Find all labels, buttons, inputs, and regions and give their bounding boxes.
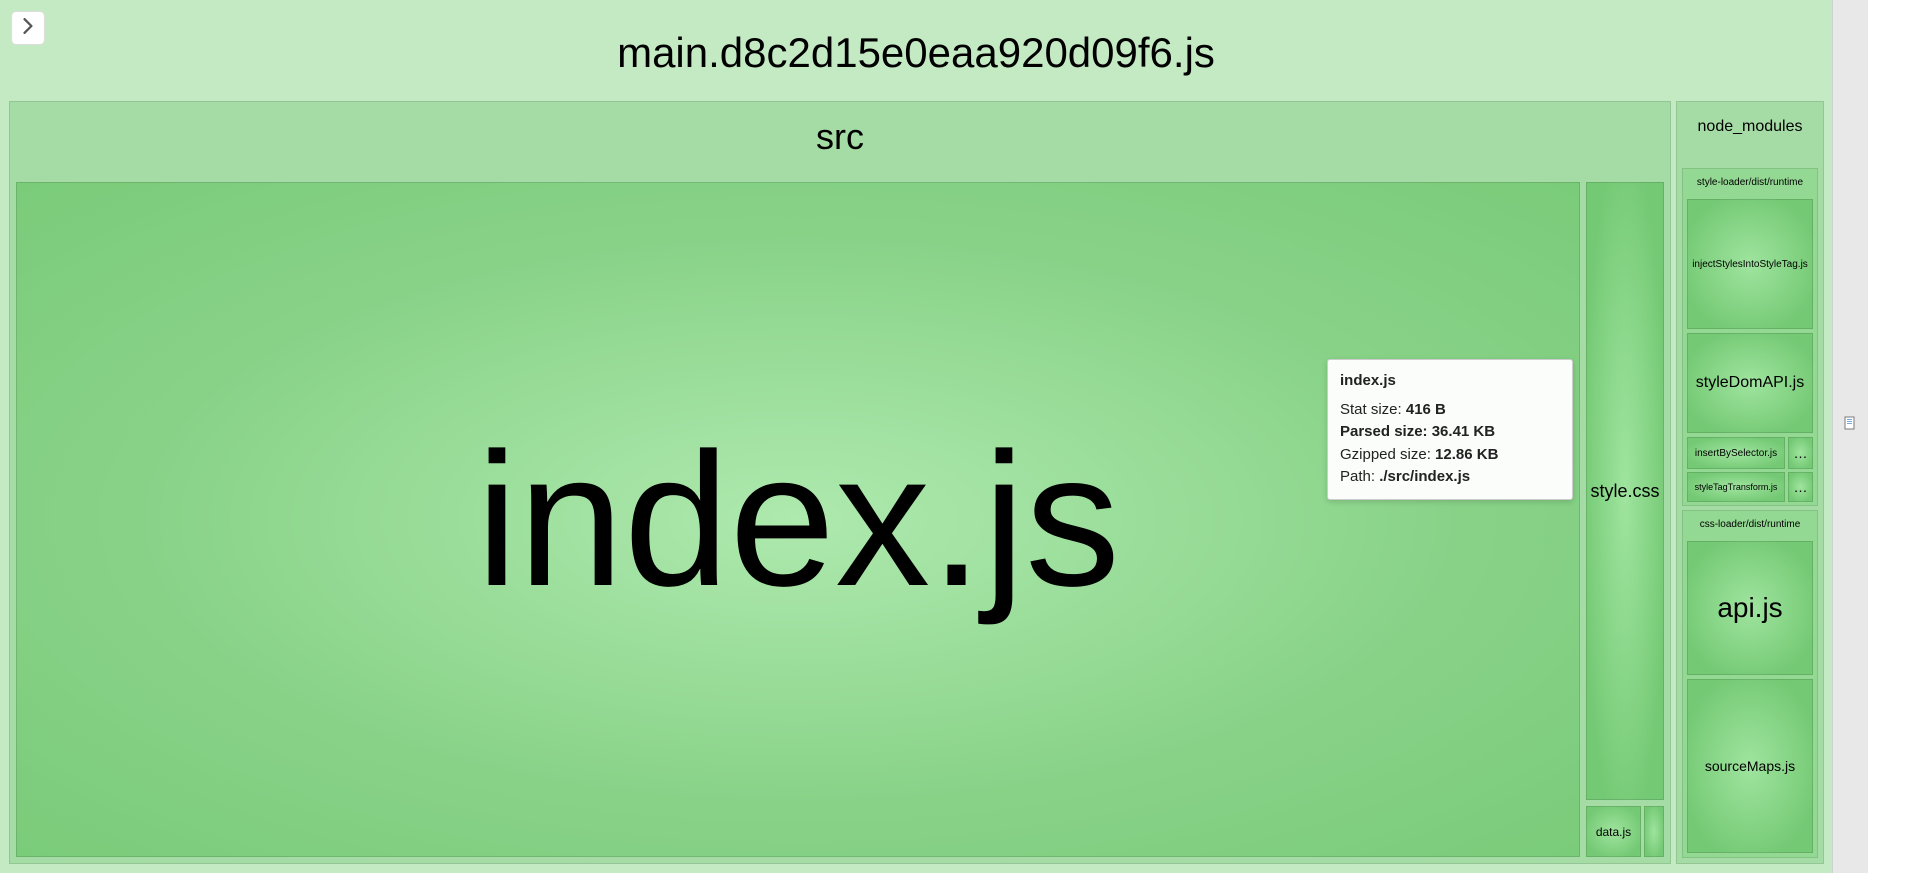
ellipsis-icon: … [1794, 445, 1808, 461]
node-label-style-css: style.css [1590, 481, 1659, 502]
ellipsis-icon: … [1794, 479, 1808, 495]
tooltip-gzip-label: Gzipped size: [1340, 446, 1435, 463]
treemap-viewport: main.d8c2d15e0eaa920d09f6.js src index.j… [0, 0, 1832, 873]
node-label-inject-styles: injectStylesIntoStyleTag.js [1692, 259, 1808, 270]
node-label-insertbyselector: insertBySelector.js [1695, 448, 1777, 459]
tooltip-parsed-value: 36.41 KB [1432, 423, 1495, 440]
group-label-css-loader-runtime: css-loader/dist/runtime [1683, 511, 1817, 538]
toggle-sidebar-button[interactable] [11, 11, 45, 45]
treemap-node-index-js[interactable]: index.js [16, 182, 1580, 857]
node-label-styledomapi: styleDomAPI.js [1696, 374, 1804, 392]
treemap-tooltip: index.js Stat size: 416 B Parsed size: 3… [1327, 359, 1573, 500]
src-body: index.js style.css data.js [16, 182, 1664, 857]
tooltip-stat-label: Stat size: [1340, 401, 1406, 418]
node-label-index-js: index.js [476, 425, 1120, 615]
page-icon[interactable] [1842, 415, 1860, 433]
treemap-node-api-js[interactable]: api.js [1687, 541, 1813, 675]
treemap-group-style-loader-runtime[interactable]: style-loader/dist/runtime injectStylesIn… [1682, 168, 1818, 506]
tooltip-stat-row: Stat size: 416 B [1340, 399, 1560, 422]
treemap-node-data-js[interactable]: data.js [1586, 806, 1641, 857]
treemap-node-styletagtransform[interactable]: styleTagTransform.js [1687, 472, 1785, 502]
right-scrollbar-strip [1832, 0, 1868, 873]
group-label-src: src [10, 102, 1670, 172]
tooltip-gzip-value: 12.86 KB [1435, 446, 1498, 463]
tooltip-path-row: Path: ./src/index.js [1340, 466, 1560, 489]
tooltip-gzip-row: Gzipped size: 12.86 KB [1340, 444, 1560, 467]
treemap-node-style-css[interactable]: style.css [1586, 182, 1664, 800]
node-label-api-js: api.js [1717, 592, 1782, 624]
node-label-styletagtransform: styleTagTransform.js [1695, 482, 1778, 492]
group-label-style-loader-runtime: style-loader/dist/runtime [1683, 169, 1817, 196]
tooltip-parsed-label: Parsed size: [1340, 423, 1432, 440]
tooltip-stat-value: 416 B [1406, 401, 1446, 418]
bundle-title: main.d8c2d15e0eaa920d09f6.js [1, 29, 1831, 77]
tooltip-path-label: Path: [1340, 468, 1379, 485]
node-label-sourcemaps-js: sourceMaps.js [1705, 758, 1795, 774]
treemap-node-overflow-2[interactable]: … [1788, 472, 1813, 502]
tooltip-path-value: ./src/index.js [1379, 468, 1470, 485]
node-modules-body: style-loader/dist/runtime injectStylesIn… [1682, 168, 1818, 858]
node-label-data-js: data.js [1596, 825, 1631, 839]
treemap-node-overflow-1[interactable]: … [1788, 437, 1813, 469]
treemap-group-node-modules[interactable]: node_modules style-loader/dist/runtime i… [1676, 101, 1824, 864]
tooltip-parsed-row: Parsed size: 36.41 KB [1340, 421, 1560, 444]
treemap-node-styledomapi[interactable]: styleDomAPI.js [1687, 333, 1813, 433]
chevron-right-icon [23, 18, 33, 39]
treemap-group-css-loader-runtime[interactable]: css-loader/dist/runtime api.js sourceMap… [1682, 510, 1818, 858]
tooltip-title: index.js [1340, 370, 1560, 393]
group-label-node-modules: node_modules [1677, 102, 1823, 150]
treemap-node-insertbyselector[interactable]: insertBySelector.js [1687, 437, 1785, 469]
treemap-node-tiny[interactable] [1644, 806, 1664, 857]
treemap-node-sourcemaps-js[interactable]: sourceMaps.js [1687, 679, 1813, 853]
treemap-node-inject-styles[interactable]: injectStylesIntoStyleTag.js [1687, 199, 1813, 329]
